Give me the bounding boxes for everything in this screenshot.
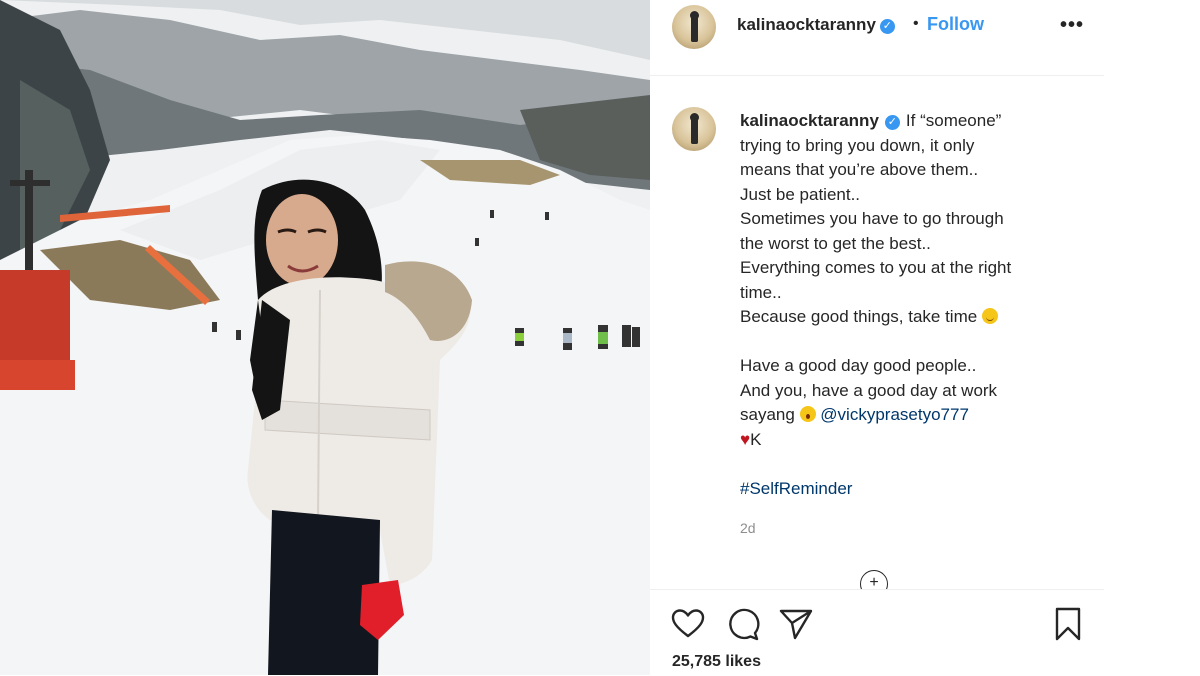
caption-line: Have a good day good people..	[740, 356, 977, 375]
caption-username[interactable]: kalinaocktaranny	[740, 111, 879, 130]
caption-line: Just be patient..	[740, 184, 861, 204]
surprised-emoji-icon	[799, 406, 816, 422]
caption-line: sayang @vickyprasetyo777	[740, 405, 969, 424]
heart-icon[interactable]	[670, 606, 706, 642]
caption-text: kalinaocktaranny ✓ If “someone” trying to …	[740, 109, 1070, 501]
comment-icon[interactable]	[724, 606, 760, 642]
post-header: kalinaocktaranny ✓ • Follow •••	[650, 0, 1104, 76]
verified-badge-icon: ✓	[879, 19, 895, 34]
hashtag-link[interactable]: #SelfReminder	[740, 479, 852, 498]
caption-line-1: kalinaocktaranny ✓ If “someone”	[740, 111, 1002, 130]
smile-emoji-icon	[981, 308, 998, 324]
red-heart-emoji-icon: ♥	[740, 429, 751, 449]
ski-slope-scene	[0, 0, 650, 675]
caption-line: And you, have a good day at work	[740, 380, 998, 400]
caption-line: Because good things, take time	[740, 305, 1070, 330]
follow-button[interactable]: Follow	[927, 14, 984, 35]
share-icon[interactable]	[778, 606, 814, 642]
likes-count[interactable]: 25,785 likes	[672, 653, 761, 671]
actions-bar: 25,785 likes	[650, 589, 1104, 676]
caption-line: means that you’re above them..	[740, 160, 979, 179]
bookmark-icon[interactable]	[1050, 606, 1086, 642]
caption-line: time..	[740, 282, 782, 302]
header-separator: •	[913, 15, 919, 32]
verified-badge-icon: ✓	[884, 115, 900, 130]
header-username[interactable]: kalinaocktaranny	[737, 15, 876, 34]
caption-line: Everything comes to you at the right	[740, 258, 1012, 277]
post-photo[interactable]	[0, 0, 650, 675]
mention-link[interactable]: @vickyprasetyo777	[820, 405, 969, 424]
caption-line: trying to bring you down, it only	[740, 135, 975, 155]
caption-avatar[interactable]	[672, 107, 716, 151]
more-options-icon[interactable]: •••	[1060, 14, 1084, 37]
header-avatar[interactable]	[672, 5, 716, 49]
page-margin	[1104, 0, 1200, 675]
caption-signature: ♥K	[740, 429, 762, 449]
caption-line: the worst to get the best..	[740, 233, 931, 253]
caption-line: Sometimes you have to go through	[740, 209, 1004, 228]
post-timestamp[interactable]: 2d	[740, 520, 756, 536]
